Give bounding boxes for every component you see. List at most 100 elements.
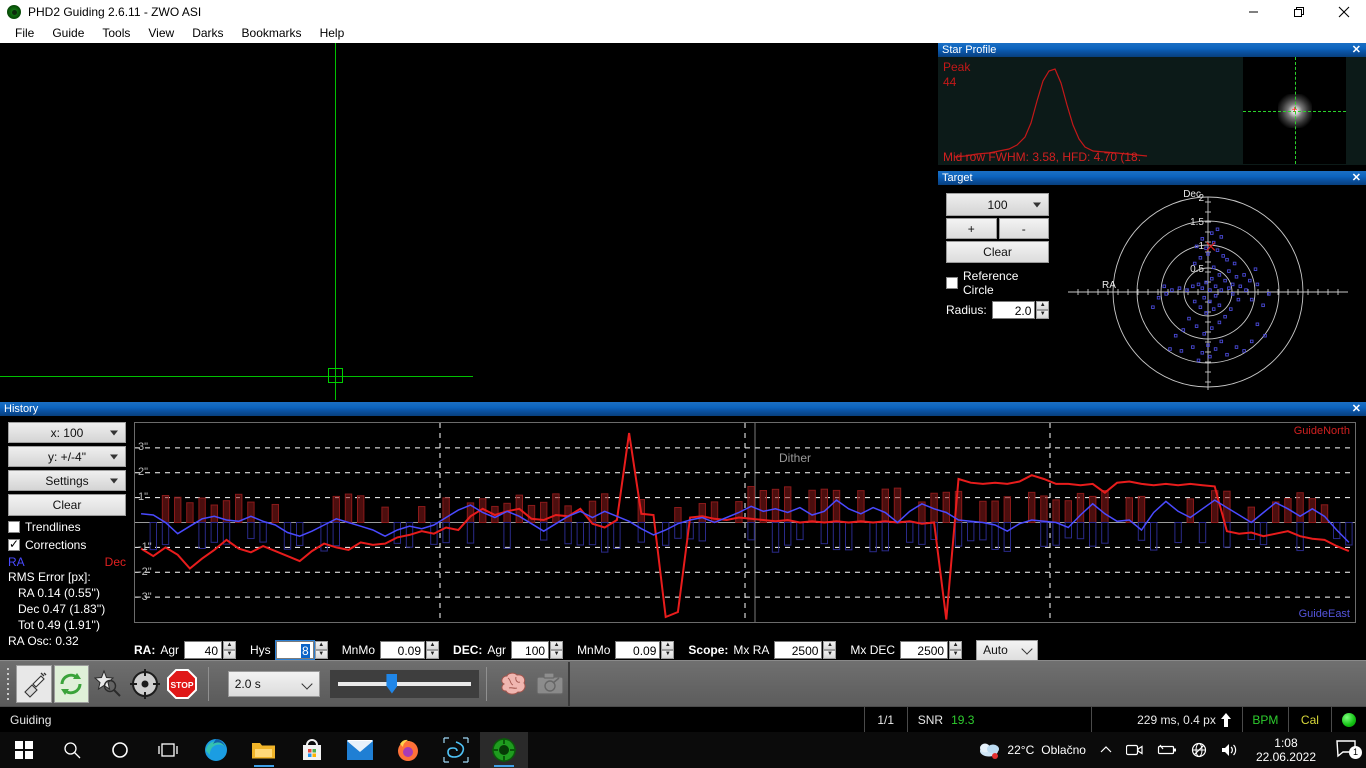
spin-up-icon[interactable]: ▲ bbox=[661, 641, 674, 650]
menu-darks[interactable]: Darks bbox=[183, 24, 232, 42]
chevron-down-icon bbox=[110, 478, 118, 483]
menu-tools[interactable]: Tools bbox=[93, 24, 139, 42]
guide-icon[interactable] bbox=[128, 665, 163, 703]
history-xscale-combo[interactable]: x: 100 bbox=[8, 422, 126, 443]
weather-widget[interactable]: 22°C Oblačno bbox=[970, 740, 1093, 760]
target-plus-button[interactable]: + bbox=[946, 218, 997, 239]
fwhm-readout: Mid row FWHM: 3.58, HFD: 4.70 (18. bbox=[943, 150, 1141, 164]
file-explorer-icon[interactable] bbox=[240, 732, 288, 768]
spin-down-icon[interactable]: ▼ bbox=[315, 650, 328, 659]
auto-select-star-icon[interactable] bbox=[91, 665, 126, 703]
history-yscale-combo[interactable]: y: +/-4" bbox=[8, 446, 126, 467]
ytick-m2: -2" bbox=[138, 566, 152, 578]
close-button[interactable] bbox=[1321, 0, 1366, 23]
target-caption: Target ✕ bbox=[938, 171, 1366, 185]
ra-mnmo-input[interactable]: 0.09 bbox=[380, 641, 425, 659]
mx-ra-input[interactable]: 2500 bbox=[774, 641, 822, 659]
close-icon[interactable]: ✕ bbox=[1352, 404, 1361, 414]
battery-icon[interactable] bbox=[1150, 744, 1184, 756]
spin-up-icon[interactable]: ▲ bbox=[1036, 301, 1049, 310]
menu-help[interactable]: Help bbox=[311, 24, 354, 42]
network-icon[interactable] bbox=[1184, 742, 1214, 758]
menu-view[interactable]: View bbox=[139, 24, 183, 42]
dec-mnmo-input[interactable]: 0.09 bbox=[615, 641, 660, 659]
hys-input[interactable]: 8 bbox=[276, 641, 314, 659]
taskbar-clock[interactable]: 1:08 22.06.2022 bbox=[1246, 736, 1326, 764]
exposure-time-combo[interactable]: 2.0 s bbox=[228, 671, 321, 697]
ra-mnmo-label: MnMo bbox=[342, 643, 375, 657]
spin-up-icon[interactable]: ▲ bbox=[949, 641, 962, 650]
stellarium-icon[interactable] bbox=[432, 732, 480, 768]
cortana-icon[interactable] bbox=[96, 732, 144, 768]
reference-circle-checkbox[interactable] bbox=[946, 277, 958, 289]
dec-mnmo-spinner[interactable]: ▲ ▼ bbox=[661, 641, 674, 659]
spin-down-icon[interactable]: ▼ bbox=[550, 650, 563, 659]
mx-dec-spinner[interactable]: ▲ ▼ bbox=[949, 641, 962, 659]
search-icon[interactable] bbox=[48, 732, 96, 768]
guide-camera-view[interactable] bbox=[0, 43, 938, 400]
gamma-slider-thumb[interactable] bbox=[386, 674, 397, 694]
minimize-button[interactable] bbox=[1231, 0, 1276, 23]
spin-down-icon[interactable]: ▼ bbox=[823, 650, 836, 659]
spin-down-icon[interactable]: ▼ bbox=[223, 650, 236, 659]
start-icon[interactable] bbox=[0, 732, 48, 768]
show-hidden-icons-icon[interactable] bbox=[1093, 744, 1119, 756]
loop-exposures-icon[interactable] bbox=[54, 665, 89, 703]
history-graph[interactable]: 3" 2" 1" -1" -2" -3" Dither GuideNorth G… bbox=[134, 422, 1356, 623]
target-length-combo[interactable]: 100 bbox=[946, 193, 1049, 216]
menu-file[interactable]: File bbox=[6, 24, 43, 42]
brain-settings-icon[interactable] bbox=[495, 665, 530, 703]
mx-dec-input[interactable]: 2500 bbox=[900, 641, 948, 659]
spin-up-icon[interactable]: ▲ bbox=[315, 641, 328, 650]
spin-down-icon[interactable]: ▼ bbox=[426, 650, 439, 659]
dec-agr-input[interactable]: 100 bbox=[511, 641, 549, 659]
connect-equipment-icon[interactable] bbox=[16, 665, 51, 703]
windows-taskbar: 22°C Oblačno bbox=[0, 732, 1366, 768]
spin-down-icon[interactable]: ▼ bbox=[1036, 310, 1049, 319]
radius-input[interactable]: 2.0 bbox=[992, 301, 1036, 319]
ra-agr-spinner[interactable]: ▲ ▼ bbox=[223, 641, 236, 659]
radius-spinner[interactable]: ▲ ▼ bbox=[1036, 301, 1049, 319]
camera-tray-icon[interactable] bbox=[1119, 743, 1150, 757]
microsoft-store-icon[interactable] bbox=[288, 732, 336, 768]
ra-agr-input[interactable]: 40 bbox=[184, 641, 222, 659]
menu-guide[interactable]: Guide bbox=[43, 24, 93, 42]
camera-settings-icon[interactable] bbox=[532, 665, 567, 703]
spin-up-icon[interactable]: ▲ bbox=[426, 641, 439, 650]
target-minus-button[interactable]: - bbox=[999, 218, 1050, 239]
ra-mnmo-spinner[interactable]: ▲ ▼ bbox=[426, 641, 439, 659]
mail-icon[interactable] bbox=[336, 732, 384, 768]
target-clear-button[interactable]: Clear bbox=[946, 241, 1049, 263]
trendlines-row[interactable]: Trendlines bbox=[8, 520, 126, 534]
gamma-slider[interactable] bbox=[330, 670, 479, 698]
menu-bookmarks[interactable]: Bookmarks bbox=[233, 24, 311, 42]
spin-down-icon[interactable]: ▼ bbox=[661, 650, 674, 659]
task-view-icon[interactable] bbox=[144, 732, 192, 768]
close-icon[interactable]: ✕ bbox=[1352, 173, 1361, 183]
spin-up-icon[interactable]: ▲ bbox=[823, 641, 836, 650]
reference-circle-row[interactable]: Reference Circle bbox=[946, 269, 1049, 297]
volume-icon[interactable] bbox=[1214, 742, 1246, 758]
phd2-icon[interactable] bbox=[480, 732, 528, 768]
corrections-row[interactable]: Corrections bbox=[8, 538, 126, 552]
hys-spinner[interactable]: ▲ ▼ bbox=[315, 641, 328, 659]
dec-agr-spinner[interactable]: ▲ ▼ bbox=[550, 641, 563, 659]
toolbar-grip[interactable] bbox=[5, 667, 12, 701]
guide-mode-combo[interactable]: Auto bbox=[976, 640, 1038, 661]
spin-down-icon[interactable]: ▼ bbox=[949, 650, 962, 659]
close-icon[interactable]: ✕ bbox=[1352, 45, 1361, 55]
mx-ra-label: Mx RA bbox=[733, 643, 769, 657]
mx-ra-spinner[interactable]: ▲ ▼ bbox=[823, 641, 836, 659]
notification-center-icon[interactable]: 1 bbox=[1326, 740, 1366, 761]
spin-up-icon[interactable]: ▲ bbox=[223, 641, 236, 650]
stop-icon[interactable]: STOP bbox=[165, 665, 200, 703]
trendlines-checkbox[interactable] bbox=[8, 521, 20, 533]
guide-east-label: GuideEast bbox=[1299, 608, 1350, 620]
corrections-checkbox[interactable] bbox=[8, 539, 20, 551]
edge-icon[interactable] bbox=[192, 732, 240, 768]
spin-up-icon[interactable]: ▲ bbox=[550, 641, 563, 650]
maximize-button[interactable] bbox=[1276, 0, 1321, 23]
firefox-icon[interactable] bbox=[384, 732, 432, 768]
history-clear-button[interactable]: Clear bbox=[8, 494, 126, 516]
history-settings-combo[interactable]: Settings bbox=[8, 470, 126, 491]
